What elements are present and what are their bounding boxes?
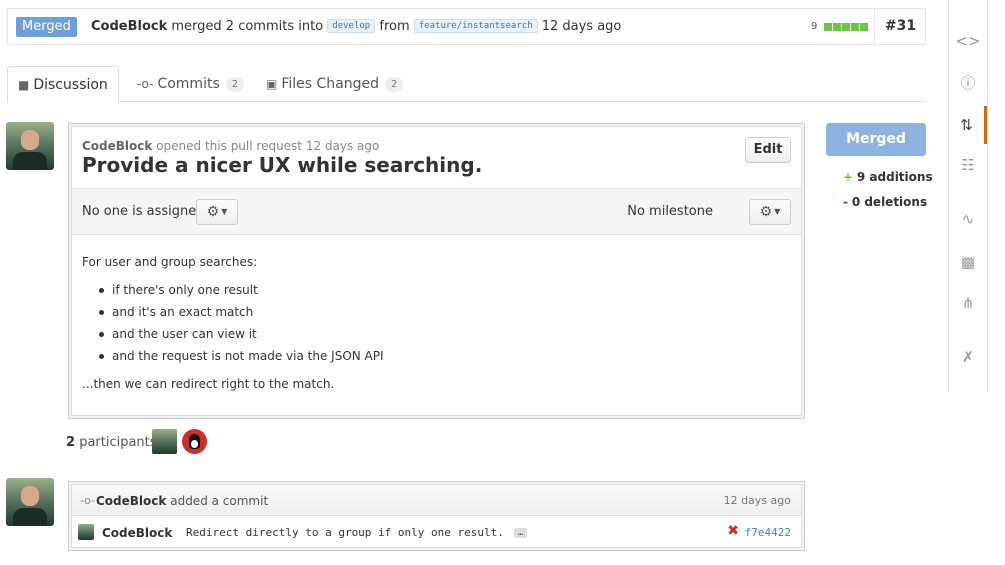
caret-down-icon: ▼ <box>774 207 781 216</box>
assignee-text: No one is assigned <box>82 204 205 219</box>
assignee-settings-button[interactable]: ⚙ ▼ <box>196 199 238 225</box>
discussion-box: CodeBlock opened this pull request 12 da… <box>68 123 805 419</box>
meta-row: No one is assigned ⚙ ▼ No milestone ⚙ ▼ <box>72 189 801 235</box>
pull-request-header: Merged CodeBlock merged 2 commits into d… <box>7 8 926 45</box>
merged-text: merged 2 commits into <box>171 19 324 34</box>
list-item: and the request is not made via the JSON… <box>82 345 384 367</box>
participants-count: 2 <box>66 435 76 450</box>
author-avatar[interactable] <box>6 122 54 170</box>
file-diff-icon: ▣ <box>266 77 278 91</box>
pr-description: For user and group searches: if there's … <box>82 251 384 395</box>
page-title: Provide a nicer UX while searching. <box>82 153 483 177</box>
commit-row: CodeBlock Redirect directly to a group i… <box>72 516 801 550</box>
graphs-icon[interactable]: ▩ <box>949 243 987 281</box>
tab-label: Discussion <box>33 77 108 93</box>
pr-tabs: ■ Discussion -o- Commits 2 ▣ Files Changed 2 <box>7 66 926 103</box>
description-intro: For user and group searches: <box>82 255 258 269</box>
description-outro: ...then we can redirect right to the mat… <box>82 377 335 391</box>
diffstat-count: 9 <box>811 21 818 32</box>
author-link[interactable]: CodeBlock <box>91 19 167 34</box>
pull-requests-icon[interactable]: ⇅ <box>949 106 987 144</box>
tab-discussion[interactable]: ■ Discussion <box>7 66 119 103</box>
from-text: from <box>379 19 410 34</box>
commit-row-author[interactable]: CodeBlock <box>102 526 172 540</box>
list-item: and the user can view it <box>82 323 384 345</box>
description-list: if there's only one result and it's an e… <box>82 279 384 367</box>
participant-avatar[interactable] <box>152 429 177 454</box>
milestone-text: No milestone <box>627 204 713 219</box>
merge-time: 12 days ago <box>541 19 622 34</box>
wiki-icon[interactable]: ☷ <box>949 146 987 184</box>
opened-text: opened this pull request 12 days ago <box>156 139 380 153</box>
settings-icon[interactable]: ✗ <box>949 338 987 376</box>
commit-event: -o- CodeBlock added a commit 12 days ago… <box>68 481 805 551</box>
commit-event-time: 12 days ago <box>723 494 791 507</box>
deletions-sign: - <box>843 195 848 209</box>
participants-text: participants <box>79 435 157 450</box>
tab-counter: 2 <box>385 77 404 92</box>
additions-text: 9 additions <box>856 170 933 184</box>
issues-icon[interactable]: ⓘ <box>949 64 987 102</box>
milestone-settings-button[interactable]: ⚙ ▼ <box>749 199 791 225</box>
discussion-header: CodeBlock opened this pull request 12 da… <box>72 127 801 189</box>
pr-number: #31 <box>874 9 926 44</box>
commit-event-header: -o- CodeBlock added a commit 12 days ago <box>72 485 801 516</box>
state-badge: Merged <box>16 17 77 37</box>
tab-files-changed[interactable]: ▣ Files Changed 2 <box>256 66 413 102</box>
tab-label: Commits <box>157 76 220 92</box>
opened-line: CodeBlock opened this pull request 12 da… <box>82 139 379 153</box>
additions-stat: + 9 additions <box>843 170 933 184</box>
commit-event-action: added a commit <box>170 494 269 508</box>
merge-summary: CodeBlock merged 2 commits into develop … <box>91 19 621 34</box>
head-branch[interactable]: feature/instantsearch <box>413 19 538 33</box>
participants-label: 2 participants <box>66 435 157 450</box>
commit-event-author[interactable]: CodeBlock <box>96 494 166 508</box>
additions-sign: + <box>843 170 854 184</box>
list-item: and it's an exact match <box>82 301 384 323</box>
pulse-icon[interactable]: ∿ <box>949 200 987 238</box>
discussion-icon: ■ <box>18 78 30 92</box>
gear-icon: ⚙ <box>206 204 220 220</box>
commit-icon: -o- <box>80 494 96 507</box>
deletions-text: 0 deletions <box>851 195 928 209</box>
deletions-stat: - 0 deletions <box>843 195 927 209</box>
commit-message-text[interactable]: Redirect directly to a group if only one… <box>186 526 504 539</box>
list-item: if there's only one result <box>82 279 384 301</box>
merged-button[interactable]: Merged <box>826 123 926 156</box>
commit-row-avatar[interactable] <box>78 524 94 540</box>
tab-label: Files Changed <box>281 76 380 92</box>
repo-sidebar: <> ⓘ ⇅ ☷ ∿ ▩ ⋔ ✗ <box>948 0 988 392</box>
diffstat-bars <box>824 23 868 31</box>
commit-event-text: CodeBlock added a commit <box>96 494 268 508</box>
expand-message-button[interactable]: … <box>513 528 528 538</box>
opened-author[interactable]: CodeBlock <box>82 139 152 153</box>
network-icon[interactable]: ⋔ <box>949 284 987 322</box>
tab-commits[interactable]: -o- Commits 2 <box>127 66 254 102</box>
commit-icon: -o- <box>137 77 154 91</box>
gear-icon: ⚙ <box>759 204 773 220</box>
edit-button[interactable]: Edit <box>745 137 791 163</box>
build-failed-icon[interactable]: ✖ <box>727 523 739 539</box>
base-branch[interactable]: develop <box>327 19 376 33</box>
tab-counter: 2 <box>225 77 245 92</box>
code-icon[interactable]: <> <box>949 22 987 60</box>
participant-avatar[interactable] <box>182 429 207 454</box>
commit-author-avatar[interactable] <box>6 478 54 526</box>
caret-down-icon: ▼ <box>221 207 228 216</box>
commit-message: Redirect directly to a group if only one… <box>186 526 528 539</box>
commit-sha-link[interactable]: f7e4422 <box>745 526 791 539</box>
